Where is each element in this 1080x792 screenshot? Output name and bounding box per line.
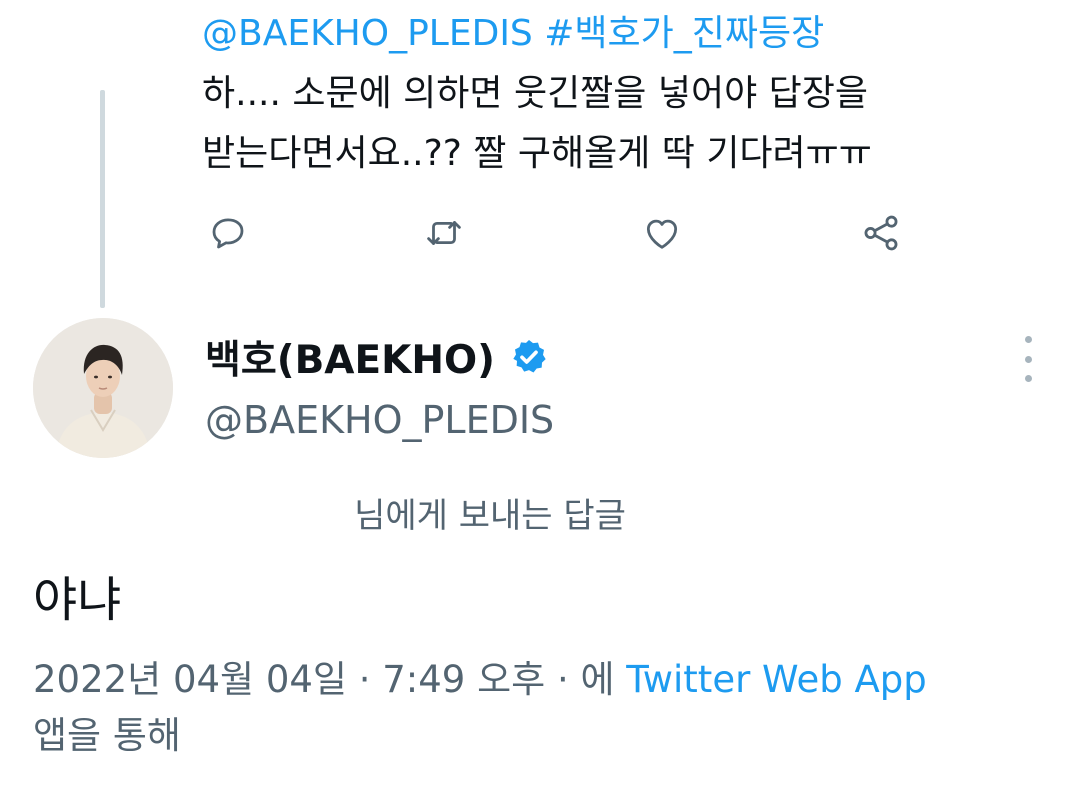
parent-tweet-line-2: 하.... 소문에 의하면 웃긴짤을 넣어야 답장을 [202, 73, 869, 114]
source-app-link[interactable]: Twitter Web App [626, 658, 926, 701]
reply-tweet-text: 야냐 [33, 572, 122, 628]
tweet-metadata: 2022년 04월 04일 · 7:49 오후 · 에 Twitter Web … [33, 652, 1033, 764]
verified-badge-icon [513, 340, 546, 373]
parent-tweet-action-bar [0, 208, 1080, 258]
hashtag-link[interactable]: #백호가_진짜등장 [544, 13, 824, 54]
timestamp-line: 2022년 04월 04일 · 7:49 오후 · 에 Twitter Web … [33, 652, 1033, 708]
thread-connector-line [100, 90, 105, 308]
more-options-icon[interactable] [1012, 336, 1044, 382]
share-button[interactable] [856, 208, 906, 258]
replying-to-label: 님에게 보내는 답글 [354, 496, 626, 536]
more-dot [1024, 336, 1032, 343]
heart-icon [646, 219, 678, 249]
parent-tweet-line-3: 받는다면서요..?? 짤 구해올게 딱 기다려ㅠㅠ [202, 133, 872, 174]
more-dot [1024, 375, 1032, 382]
author-name-row[interactable]: 백호(BAEKHO) [205, 330, 549, 384]
author-avatar[interactable] [33, 318, 173, 458]
mention-link[interactable]: @BAEKHO_PLEDIS [202, 13, 533, 54]
source-suffix: 앱을 통해 [33, 714, 181, 757]
reply-button[interactable] [203, 208, 253, 258]
retweet-icon [427, 221, 461, 245]
more-dot [1024, 355, 1032, 363]
like-button[interactable] [637, 208, 687, 258]
author-handle[interactable]: @BAEKHO_PLEDIS [205, 398, 554, 442]
timestamp[interactable]: 2022년 04월 04일 · 7:49 오후 · 에 [33, 658, 615, 701]
share-icon [864, 215, 898, 251]
retweet-button[interactable] [419, 208, 469, 258]
parent-tweet-text: @BAEKHO_PLEDIS #백호가_진짜등장 하.... 소문에 의하면 웃… [202, 4, 1042, 184]
avatar-image [33, 318, 173, 458]
author-display-name[interactable]: 백호(BAEKHO) [205, 329, 495, 385]
parent-tweet-line-1: @BAEKHO_PLEDIS #백호가_진짜등장 [202, 4, 1042, 64]
reply-icon [212, 218, 244, 249]
